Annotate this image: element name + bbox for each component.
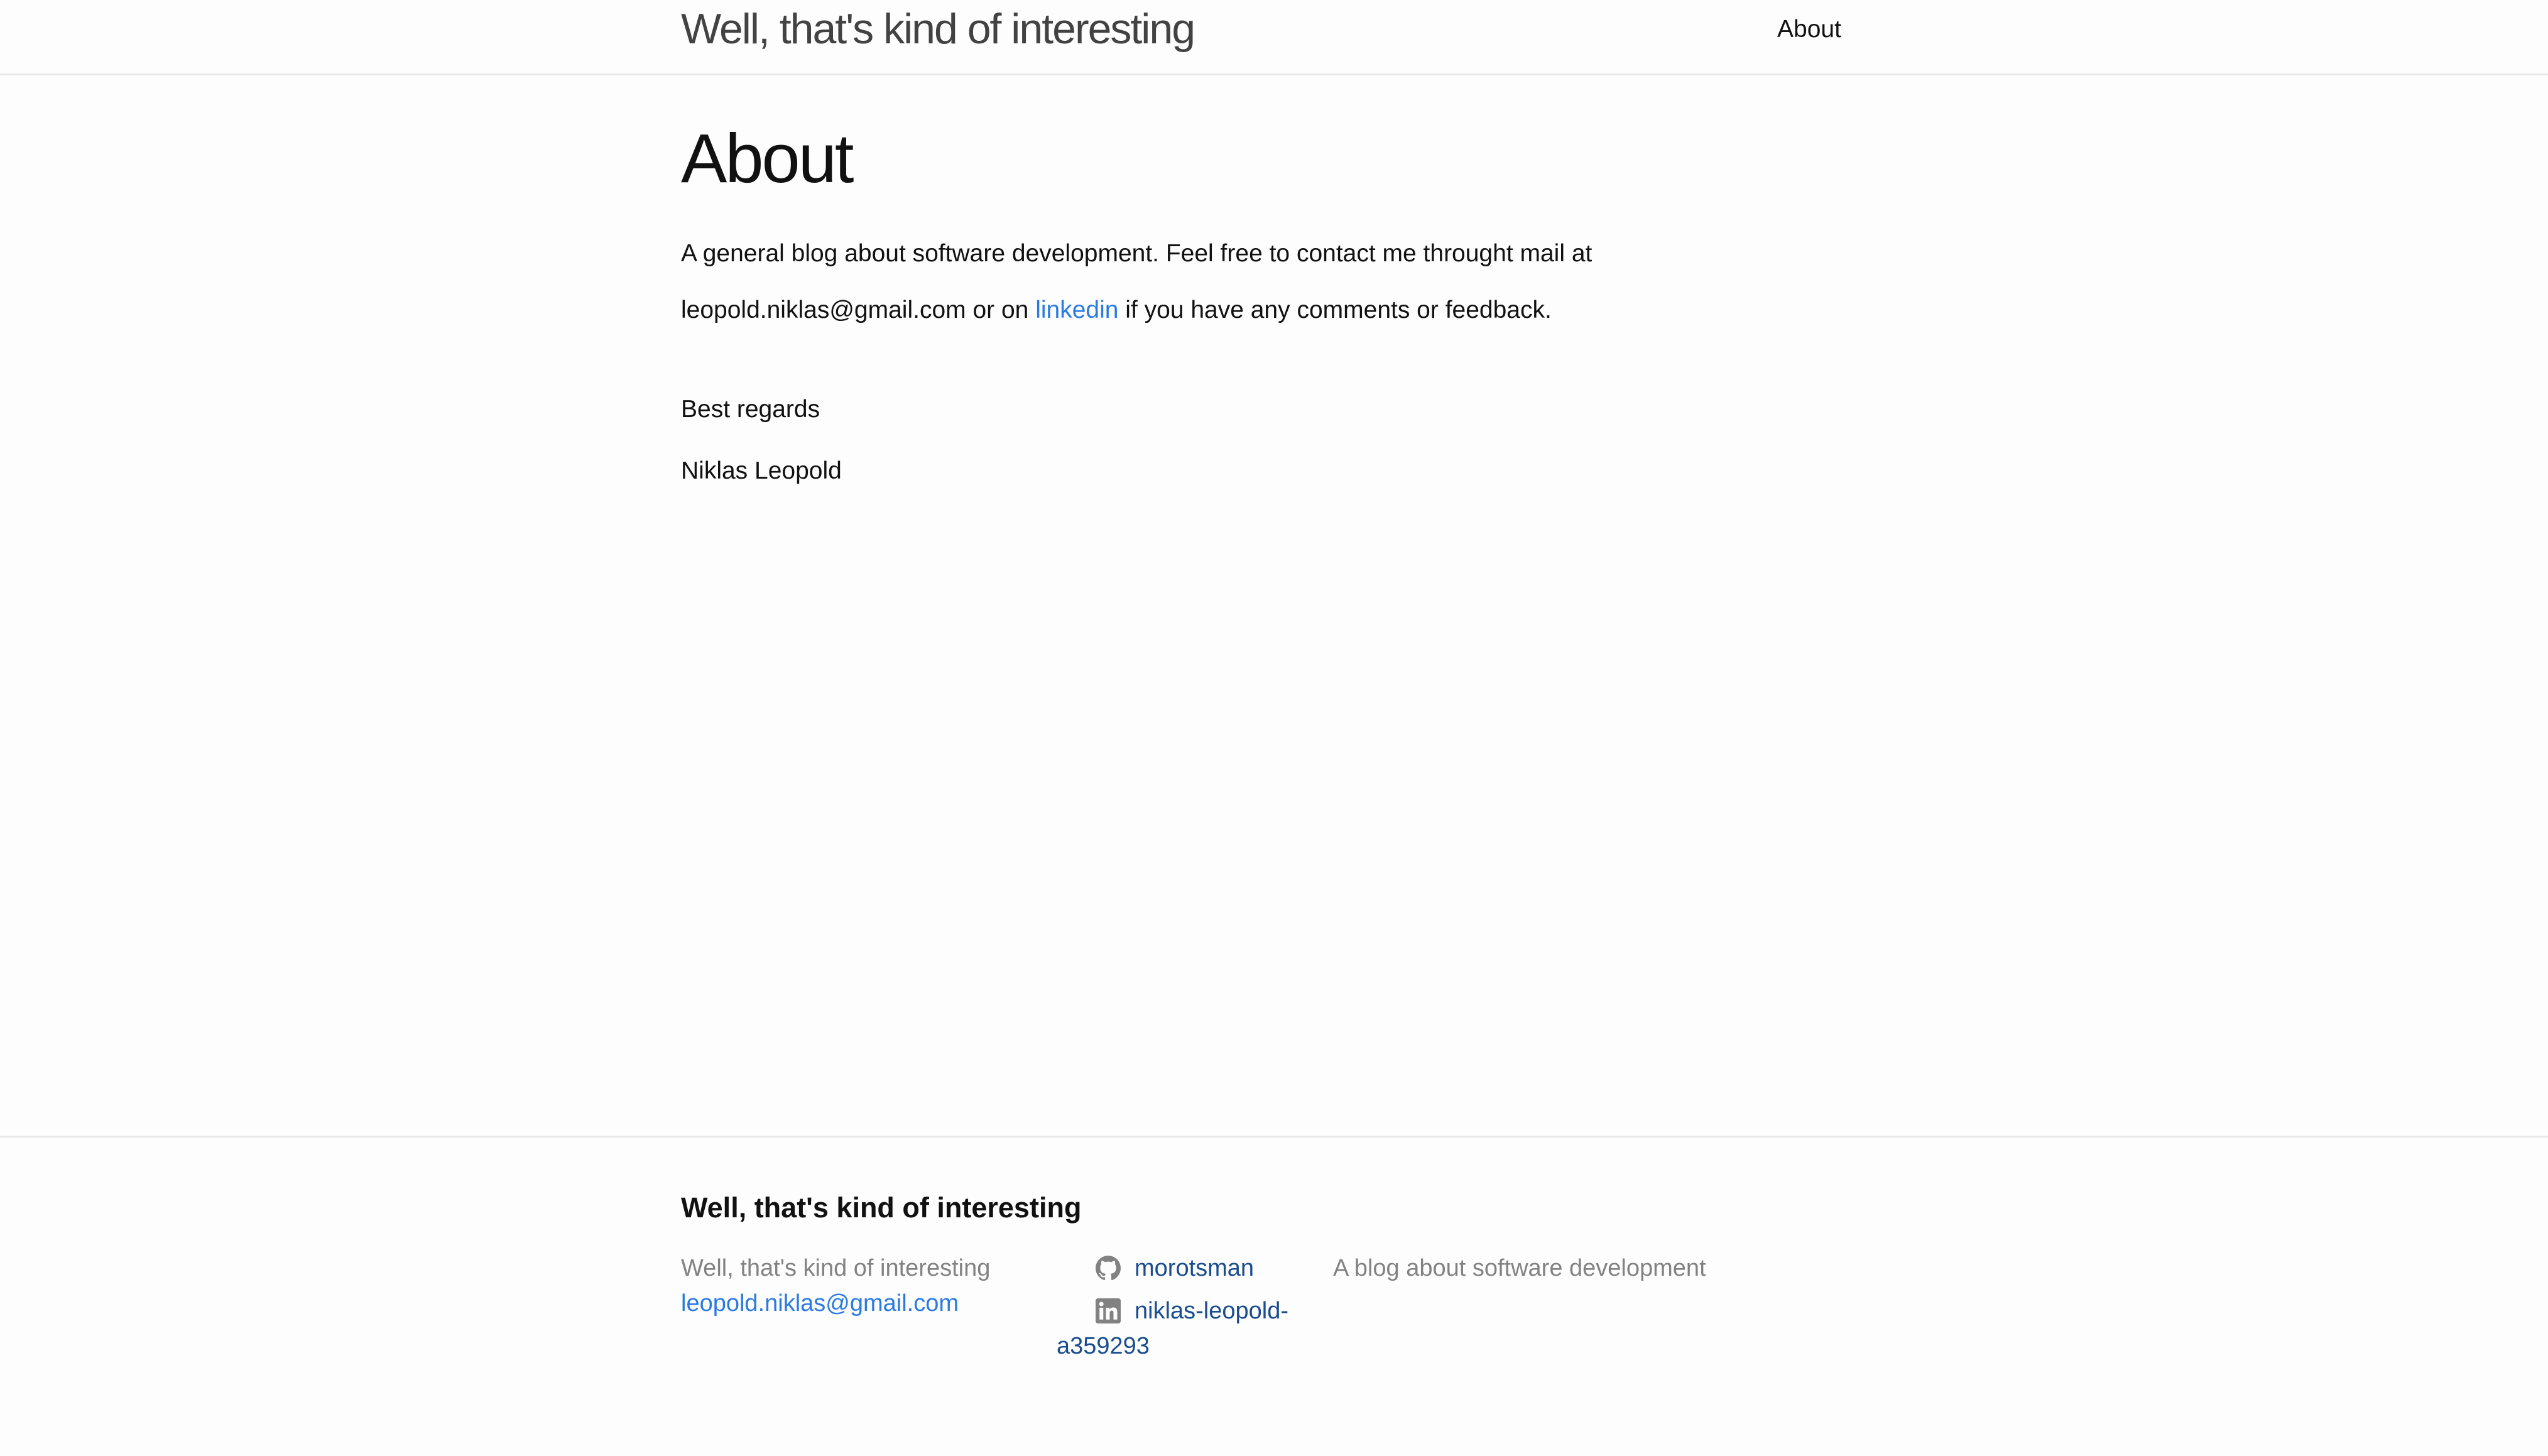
- regards-text: Best regards: [681, 396, 820, 423]
- footer-description: A blog about software development: [1333, 1255, 1706, 1281]
- site-footer: Well, that's kind of interesting Well, t…: [0, 1136, 2548, 1456]
- linkedin-link[interactable]: linkedin: [1035, 296, 1118, 323]
- footer-heading: Well, that's kind of interesting: [681, 1192, 1082, 1224]
- site-header: Well, that's kind of interesting About: [0, 0, 2548, 75]
- footer-description-column: A blog about software development: [1333, 1251, 1773, 1286]
- github-row: morotsman: [1096, 1251, 1334, 1286]
- signature-text: Niklas Leopold: [681, 457, 842, 484]
- footer-email-link[interactable]: leopold.niklas@gmail.com: [681, 1290, 959, 1317]
- footer-contact-column: Well, that's kind of interesting leopold…: [681, 1251, 1070, 1321]
- linkedin-profile-link[interactable]: niklas-leopold-a359293: [1057, 1293, 1334, 1364]
- github-icon: [1096, 1256, 1121, 1281]
- intro-suffix-text: if you have any comments or feedback.: [1118, 296, 1552, 323]
- site-title-link[interactable]: Well, that's kind of interesting: [681, 4, 1195, 54]
- email-text: leopold.niklas@gmail.com or on: [681, 296, 1036, 323]
- linkedin-row: niklas-leopold-a359293: [1057, 1293, 1334, 1364]
- footer-social-column: morotsman niklas-leopold-a359293: [1057, 1251, 1334, 1371]
- github-link[interactable]: morotsman: [1135, 1251, 1254, 1286]
- intro-paragraph-line2: leopold.niklas@gmail.com or on linkedin …: [681, 291, 1552, 329]
- page-title: About: [681, 120, 854, 197]
- nav-about-link[interactable]: About: [1777, 15, 1841, 44]
- intro-paragraph-line1: A general blog about software developmen…: [681, 240, 1592, 267]
- footer-site-name: Well, that's kind of interesting: [681, 1255, 991, 1281]
